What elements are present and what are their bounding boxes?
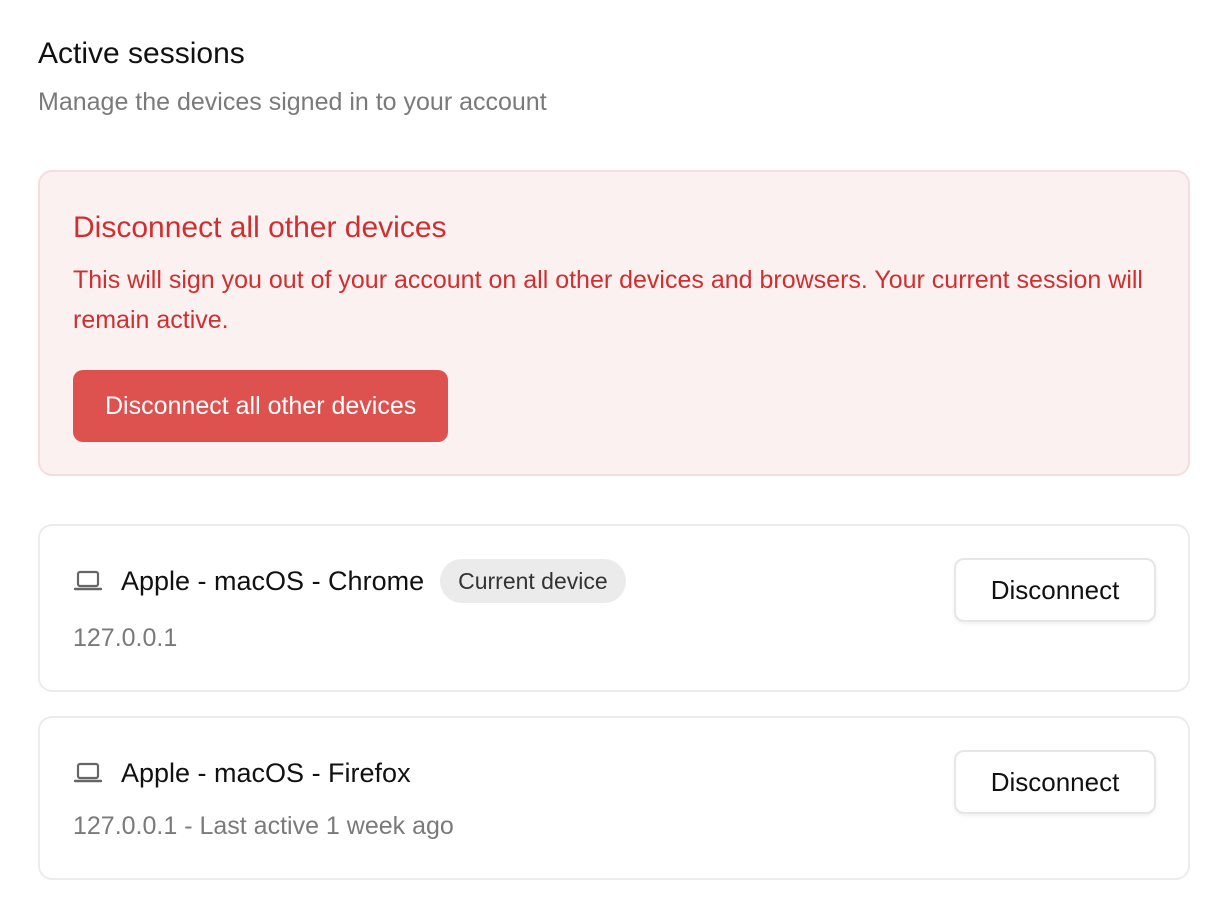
device-name: Apple - macOS - Firefox — [121, 758, 411, 788]
session-header: Apple - macOS - Firefox — [73, 750, 411, 796]
laptop-icon — [73, 568, 103, 594]
session-list: Apple - macOS - Chrome Current device 12… — [38, 524, 1190, 880]
current-device-badge: Current device — [440, 559, 626, 603]
session-ip: 127.0.0.1 — [73, 624, 178, 652]
device-name: Apple - macOS - Chrome — [121, 566, 425, 596]
danger-title: Disconnect all other devices — [73, 211, 447, 244]
laptop-icon — [73, 760, 103, 786]
page-header: Active sessions Manage the devices signe… — [38, 0, 1190, 118]
disconnect-button[interactable]: Disconnect — [954, 558, 1156, 622]
disconnect-all-panel: Disconnect all other devices This will s… — [38, 170, 1190, 476]
session-ip-last-active: 127.0.0.1 - Last active 1 week ago — [73, 812, 454, 840]
disconnect-all-button[interactable]: Disconnect all other devices — [73, 370, 449, 442]
active-sessions-page: Active sessions Manage the devices signe… — [0, 0, 1228, 922]
danger-description: This will sign you out of your account o… — [73, 266, 1143, 334]
session-card: Apple - macOS - Firefox 127.0.0.1 - Last… — [38, 716, 1190, 880]
session-header: Apple - macOS - Chrome Current device — [73, 558, 626, 604]
session-card: Apple - macOS - Chrome Current device 12… — [38, 524, 1190, 692]
page-subtitle: Manage the devices signed in to your acc… — [38, 88, 547, 116]
page-title: Active sessions — [38, 37, 245, 70]
disconnect-button[interactable]: Disconnect — [954, 750, 1156, 814]
